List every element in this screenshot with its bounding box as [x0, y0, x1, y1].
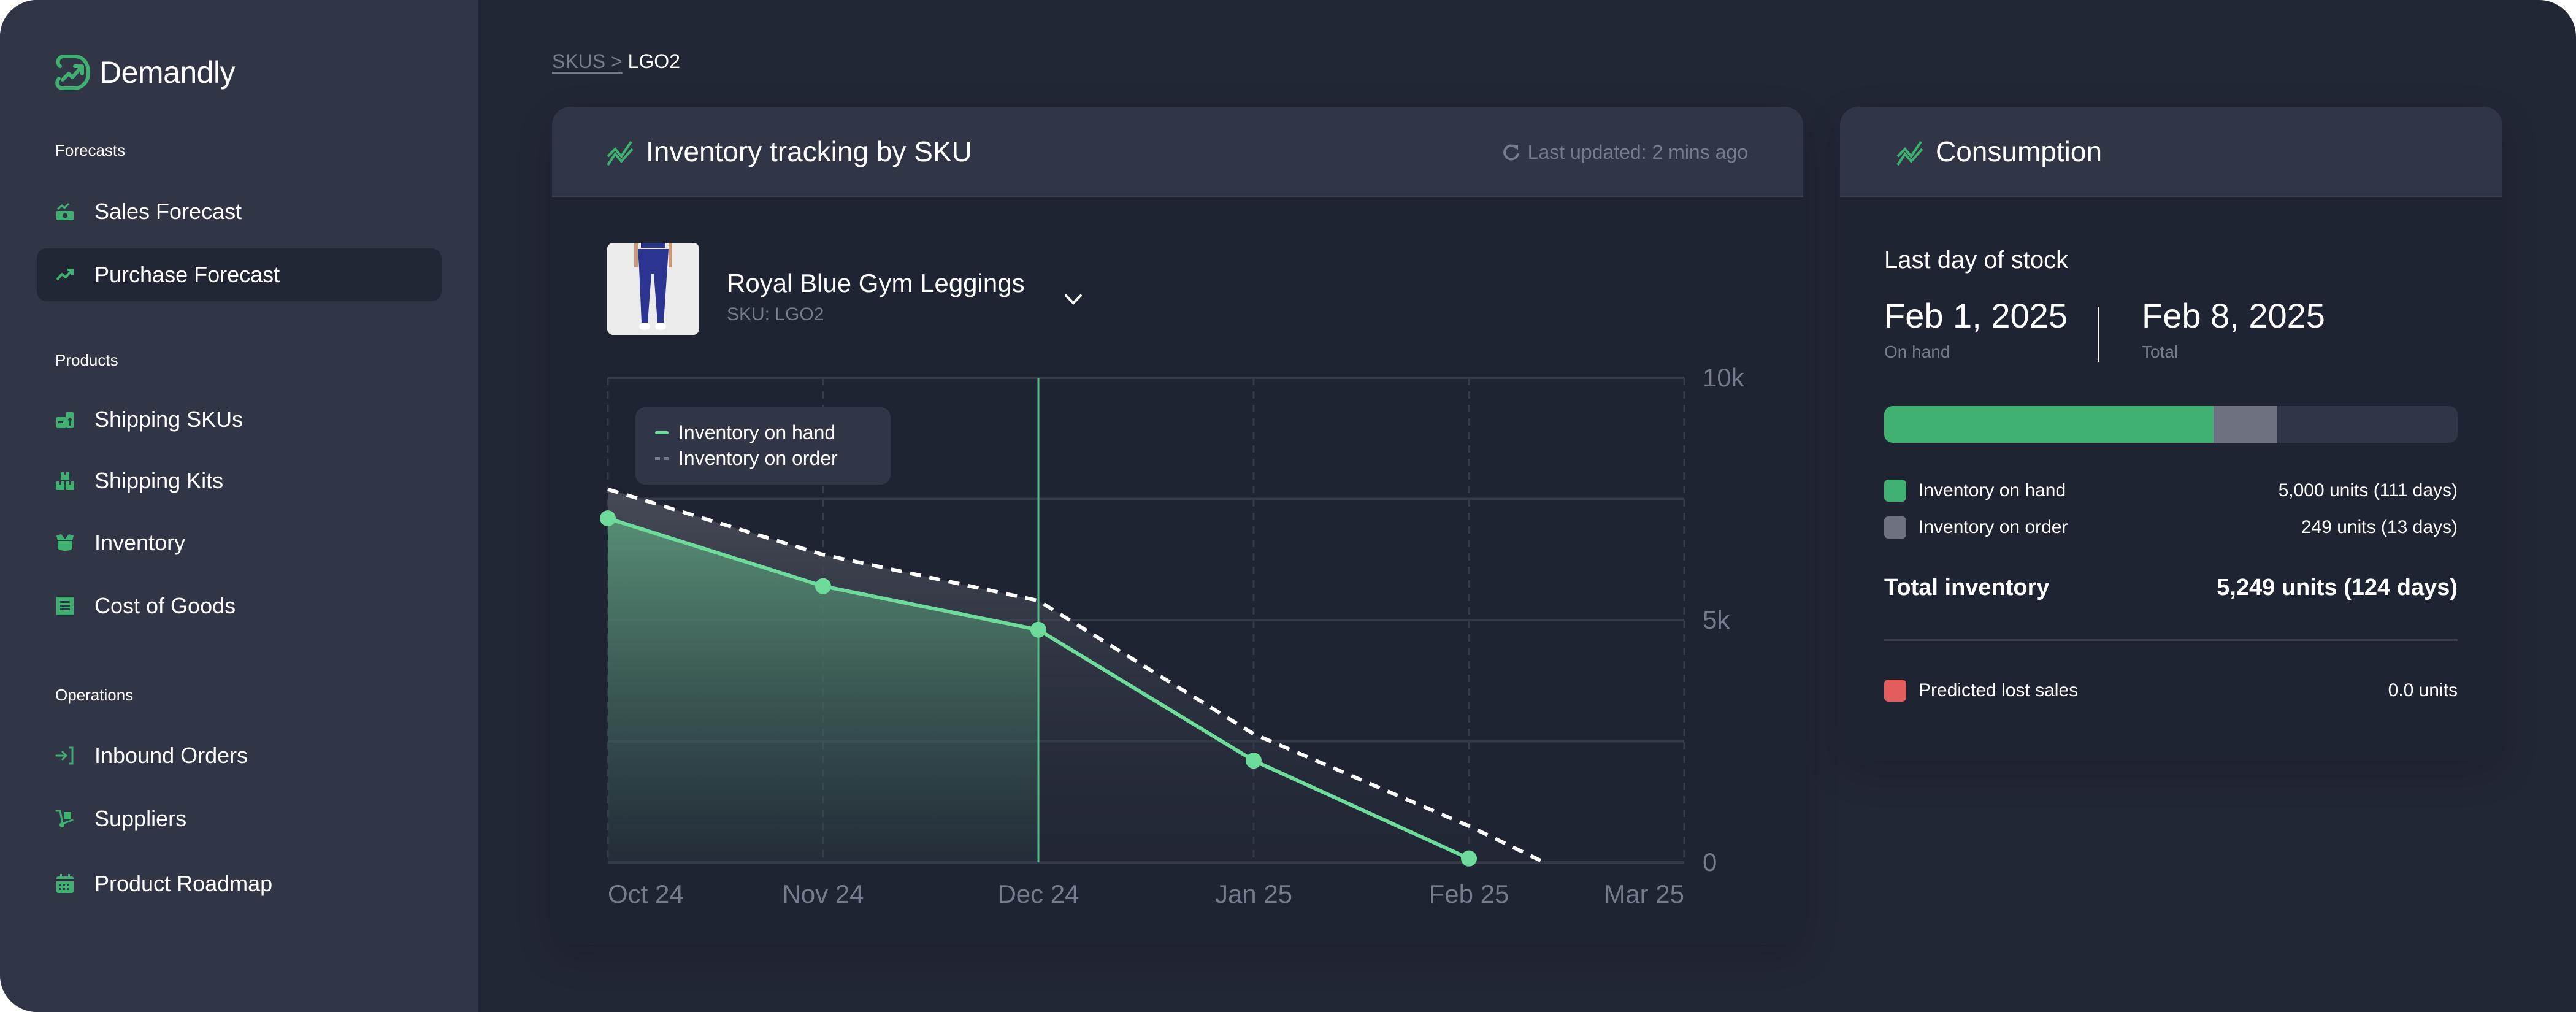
app-window: Demandly Forecasts Sales Forecast Purcha…	[0, 0, 2576, 1012]
sidebar-item-label: Shipping Kits	[94, 468, 224, 493]
sidebar-item-label: Purchase Forecast	[94, 262, 280, 287]
hand-truck-icon	[55, 810, 74, 827]
login-arrow-icon	[55, 746, 74, 765]
section-label-forecasts: Forecasts	[55, 141, 126, 159]
sidebar-item-shipping-kits[interactable]: Shipping Kits	[37, 454, 442, 507]
last-day-of-stock-heading: Last day of stock	[1884, 247, 2069, 274]
row-value: 5,000 units (111 days)	[2278, 480, 2458, 500]
y-tick-label: 10k	[1703, 363, 1745, 392]
sidebar: Demandly Forecasts Sales Forecast Purcha…	[0, 0, 478, 1012]
sidebar-item-label: Suppliers	[94, 806, 187, 831]
x-tick-label: Feb 25	[1429, 880, 1509, 908]
chart-legend: Inventory on hand Inventory on order	[635, 407, 891, 485]
breadcrumb-parent-link[interactable]: SKUS >	[552, 50, 623, 72]
demandly-logo-icon	[55, 55, 91, 90]
total-label: Total	[2142, 342, 2179, 361]
row-value: 0.0 units	[2388, 680, 2458, 700]
row-label: Inventory on hand	[1919, 480, 2066, 500]
sidebar-item-sales-forecast[interactable]: Sales Forecast	[37, 185, 442, 238]
sidebar-item-inbound-orders[interactable]: Inbound Orders	[37, 729, 442, 782]
section-label-products: Products	[55, 351, 118, 369]
sidebar-item-product-roadmap[interactable]: Product Roadmap	[37, 857, 442, 910]
sidebar-item-label: Sales Forecast	[94, 199, 242, 224]
gray-swatch-icon	[1884, 516, 1906, 539]
row-predicted-lost-sales: Predicted lost sales 0.0 units	[1884, 680, 2458, 702]
on-hand-point	[1461, 850, 1477, 867]
calendar-icon	[56, 874, 74, 893]
sidebar-item-label: Inbound Orders	[94, 743, 248, 768]
total-label: Total inventory	[1884, 575, 2050, 600]
x-tick-label: Oct 24	[608, 880, 684, 908]
divider	[2098, 307, 2099, 362]
green-swatch-icon	[1884, 480, 1906, 502]
legend-label: Inventory on hand	[678, 421, 836, 443]
breadcrumb-current: LGO2	[627, 50, 680, 72]
box-upload-icon	[56, 412, 74, 428]
row-label: Predicted lost sales	[1919, 680, 2079, 700]
stock-bar-on-order	[2213, 406, 2278, 443]
sidebar-item-purchase-forecast[interactable]: Purchase Forecast	[37, 248, 442, 301]
row-label: Inventory on order	[1919, 517, 2068, 537]
on-hand-date: Feb 1, 2025	[1884, 296, 2068, 335]
on-hand-label: On hand	[1884, 342, 1950, 361]
open-box-icon	[56, 534, 74, 551]
row-total-inventory: Total inventory 5,249 units (124 days)	[1884, 575, 2458, 601]
row-inventory-on-order: Inventory on order 249 units (13 days)	[1884, 516, 2458, 539]
breadcrumb: SKUS > LGO2	[552, 50, 680, 73]
on-hand-point	[1030, 621, 1046, 638]
card-header: Consumption	[1840, 107, 2502, 197]
receipt-icon	[56, 597, 74, 615]
sidebar-item-label: Cost of Goods	[94, 593, 236, 618]
sidebar-item-cost-of-goods[interactable]: Cost of Goods	[37, 580, 442, 632]
sidebar-item-label: Shipping SKUs	[94, 407, 243, 432]
row-inventory-on-hand: Inventory on hand 5,000 units (111 days)	[1884, 480, 2458, 502]
total-value: 5,249 units (124 days)	[2217, 575, 2458, 600]
inventory-chart: 10k 5k 0 Oct 24 Nov 24 Dec 24 Jan 25 Feb 25 Mar …	[600, 363, 1745, 908]
row-value: 249 units (13 days)	[2301, 517, 2458, 537]
on-hand-point	[815, 578, 831, 594]
sidebar-item-label: Product Roadmap	[94, 871, 273, 896]
legend-dashed-line-icon	[655, 456, 669, 460]
legend-label: Inventory on order	[678, 447, 838, 469]
y-tick-label: 0	[1703, 848, 1717, 876]
stock-progress-bar	[1884, 406, 2458, 443]
sidebar-item-suppliers[interactable]: Suppliers	[37, 792, 442, 845]
legend-item-on-order: Inventory on order	[655, 445, 871, 471]
red-swatch-icon	[1884, 680, 1906, 702]
x-tick-label: Jan 25	[1215, 880, 1292, 908]
x-tick-label: Mar 25	[1604, 880, 1684, 908]
sidebar-item-label: Inventory	[94, 530, 186, 555]
stock-bar-on-hand	[1884, 406, 2214, 443]
on-hand-point	[600, 510, 616, 527]
sidebar-item-shipping-skus[interactable]: Shipping SKUs	[37, 393, 442, 446]
card-title: Consumption	[1936, 135, 2103, 167]
app-name: Demandly	[99, 55, 236, 90]
divider	[1884, 639, 2458, 641]
trend-up-icon	[56, 269, 74, 281]
y-tick-label: 5k	[1703, 605, 1730, 634]
on-hand-point	[1246, 753, 1262, 769]
legend-solid-line-icon	[655, 431, 669, 434]
total-date: Feb 8, 2025	[2142, 296, 2325, 335]
sidebar-item-inventory[interactable]: Inventory	[37, 516, 442, 569]
boxes-icon	[56, 472, 74, 490]
inventory-tracking-card: Inventory tracking by SKU Last updated: …	[552, 107, 1803, 945]
consumption-card: Consumption Last day of stock Feb 1, 202…	[1840, 107, 2502, 761]
legend-item-on-hand: Inventory on hand	[655, 420, 871, 445]
x-tick-label: Nov 24	[782, 880, 864, 908]
chart-trend-icon	[1896, 140, 1923, 166]
logo[interactable]: Demandly	[54, 53, 236, 92]
sales-forecast-icon	[56, 202, 74, 220]
x-tick-label: Dec 24	[997, 880, 1079, 908]
section-label-operations: Operations	[55, 686, 134, 704]
